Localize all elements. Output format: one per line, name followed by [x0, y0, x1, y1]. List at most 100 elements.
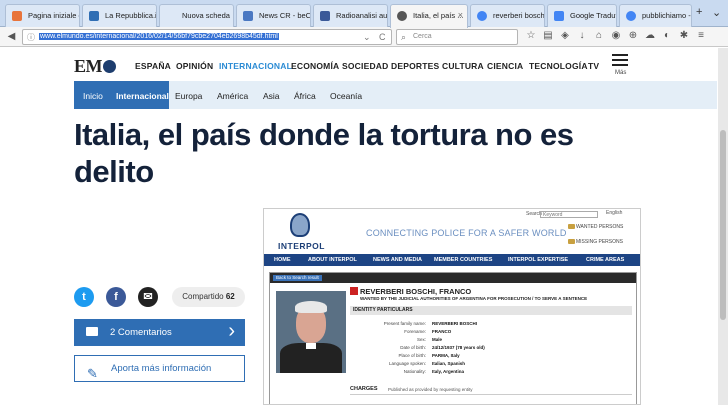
shared-count: 62 [225, 292, 235, 301]
tab-google-traduttore[interactable]: Google Traduttore [547, 4, 617, 27]
tab-italia-active[interactable]: Italia, el país ... × [390, 4, 468, 28]
comments-button[interactable]: 2 Comentarios › [74, 319, 245, 346]
google-icon [477, 11, 487, 21]
facebook-share-button[interactable]: f [106, 287, 126, 307]
twitter-share-button[interactable]: t [74, 287, 94, 307]
breadcrumb-inicio[interactable]: Inicio [83, 91, 103, 101]
tab-reverberi[interactable]: reverberi boschi ... [470, 4, 545, 27]
tab-label: Google Traduttore [570, 11, 616, 20]
new-tab-button[interactable]: + [696, 6, 702, 18]
interpol-menu-about: ABOUT INTERPOL [308, 257, 357, 263]
vertical-scrollbar[interactable] [718, 48, 728, 405]
nav-economia[interactable]: ECONOMÍA [291, 61, 339, 71]
comments-label: 2 Comentarios [110, 327, 172, 338]
field-label: Present family name: [383, 321, 426, 326]
field-value: 24/12/1937 (78 years old) [432, 345, 485, 350]
browser-window: Pagina iniziale di ... La Repubblica.it … [0, 0, 728, 405]
interpol-emblem-icon [290, 213, 310, 237]
news-icon [243, 11, 253, 21]
tab-label: Italia, el país ... [413, 11, 464, 20]
screenshot-icon[interactable]: ◉ [609, 30, 623, 41]
tab-news-cr[interactable]: News CR - beCo... [236, 4, 311, 27]
globe-icon [397, 11, 407, 21]
reload-button[interactable]: C [379, 30, 386, 44]
search-placeholder: Cerca [413, 33, 432, 40]
contribute-info-button[interactable]: ✎ Aporta más información [74, 355, 245, 382]
nav-deportes[interactable]: DEPORTES [391, 61, 439, 71]
subnav-america[interactable]: América [217, 91, 248, 101]
subnav-europa[interactable]: Europa [175, 91, 202, 101]
wanted-by: WANTED BY THE JUDICIAL AUTHORITIES OF AR… [360, 296, 588, 301]
field-value: Male [432, 337, 443, 342]
nav-tv[interactable]: TV [588, 61, 599, 71]
back-button[interactable]: ◀ [4, 29, 19, 44]
tab-nuova-scheda[interactable]: Nuova scheda [159, 4, 234, 27]
more-label[interactable]: Más [615, 70, 626, 76]
nav-sociedad[interactable]: SOCIEDAD [342, 61, 388, 71]
interpol-slogan: CONNECTING POLICE FOR A SAFER WORLD [366, 228, 567, 238]
suspect-photo [276, 291, 346, 373]
notice-bar: Back to Search result [270, 273, 636, 283]
field-label: Nationality: [403, 369, 426, 374]
scrollbar-thumb[interactable] [720, 130, 726, 320]
close-tab-icon[interactable]: × [458, 10, 463, 20]
chat-icon[interactable]: ◐ [660, 30, 674, 41]
field-label: Sex: [416, 337, 426, 342]
suspect-name: REVERBERI BOSCHI, FRANCO [360, 287, 472, 296]
pocket-icon[interactable]: ◈ [558, 30, 572, 41]
field-value: Italy, Argentina [432, 369, 465, 374]
tab-label: Pagina iniziale di ... [28, 11, 79, 20]
search-icon: ⌕ [401, 32, 407, 42]
suspect-hair [295, 301, 327, 313]
google-icon [626, 11, 636, 21]
subnav-oceania[interactable]: Oceanía [330, 91, 362, 101]
facebook-icon: f [114, 291, 118, 303]
translate-icon [554, 11, 564, 21]
search-input[interactable]: ⌕ Cerca [396, 29, 518, 45]
addon-icon[interactable]: ✱ [677, 30, 691, 41]
download-icon[interactable]: ↓ [575, 30, 589, 41]
nav-espana[interactable]: ESPAÑA [135, 61, 171, 71]
menu-icon[interactable]: ≡ [694, 30, 708, 41]
field-label: Language spoken: [388, 361, 426, 366]
site-info-icon[interactable]: ⓘ [27, 31, 35, 45]
wanted-icon [568, 224, 575, 229]
tab-label: Nuova scheda [182, 11, 230, 20]
address-bar[interactable]: ⓘ www.elmundo.es/internacional/2016/02/1… [22, 29, 392, 45]
tab-pagina-iniziale[interactable]: Pagina iniziale di ... [5, 4, 80, 27]
pencil-icon: ✎ [87, 366, 98, 381]
hamburger-menu-icon[interactable] [612, 54, 628, 66]
subnav-africa[interactable]: África [294, 91, 316, 101]
tab-label: reverberi boschi ... [493, 11, 545, 20]
tab-list-chevron-icon[interactable]: ⌄ [712, 6, 721, 19]
nav-tecnologia[interactable]: TECNOLOGÍA [529, 61, 588, 71]
back-to-results: Back to Search result [273, 275, 322, 281]
nav-cultura[interactable]: CULTURA [442, 61, 484, 71]
dropdown-chevron-icon[interactable]: ⌄ [363, 30, 371, 44]
article-title: Italia, el país donde la tortura no es d… [74, 117, 574, 189]
tab-radioanalisi[interactable]: Radioanalisi aut... [313, 4, 388, 27]
tab-label: pubblichiamo - C... [642, 11, 691, 20]
field-value: REVERBERI BOSCHI [432, 321, 478, 326]
missing-icon [568, 239, 575, 244]
subnav-bar: Inicio Internacional Europa América Asia… [74, 81, 717, 109]
sync-icon[interactable]: ☁ [643, 30, 657, 41]
home-icon[interactable]: ⌂ [592, 30, 606, 41]
tab-label: News CR - beCo... [259, 11, 311, 20]
reading-list-icon[interactable]: ▤ [541, 30, 555, 41]
subnav-asia[interactable]: Asia [263, 91, 280, 101]
tab-repubblica[interactable]: La Repubblica.it -... [82, 4, 157, 27]
interpol-menu: HOME ABOUT INTERPOL NEWS AND MEDIA MEMBE… [264, 254, 640, 266]
email-share-button[interactable]: ✉ [138, 287, 158, 307]
nav-internacional[interactable]: INTERNACIONAL [219, 61, 292, 71]
nav-ciencia[interactable]: CIENCIA [487, 61, 523, 71]
bookmark-star-icon[interactable]: ☆ [524, 30, 538, 41]
identity-header: IDENTITY PARTICULARS [350, 306, 632, 315]
logo-text: EM [74, 56, 103, 76]
breadcrumb-internacional[interactable]: Internacional [116, 91, 169, 101]
tab-pubblichiamo[interactable]: pubblichiamo - C... [619, 4, 692, 27]
extension-icon[interactable]: ⊕ [626, 30, 640, 41]
interpol-language: English [606, 210, 623, 216]
nav-opinion[interactable]: OPINIÓN [176, 61, 213, 71]
site-logo[interactable]: EM [74, 56, 116, 77]
